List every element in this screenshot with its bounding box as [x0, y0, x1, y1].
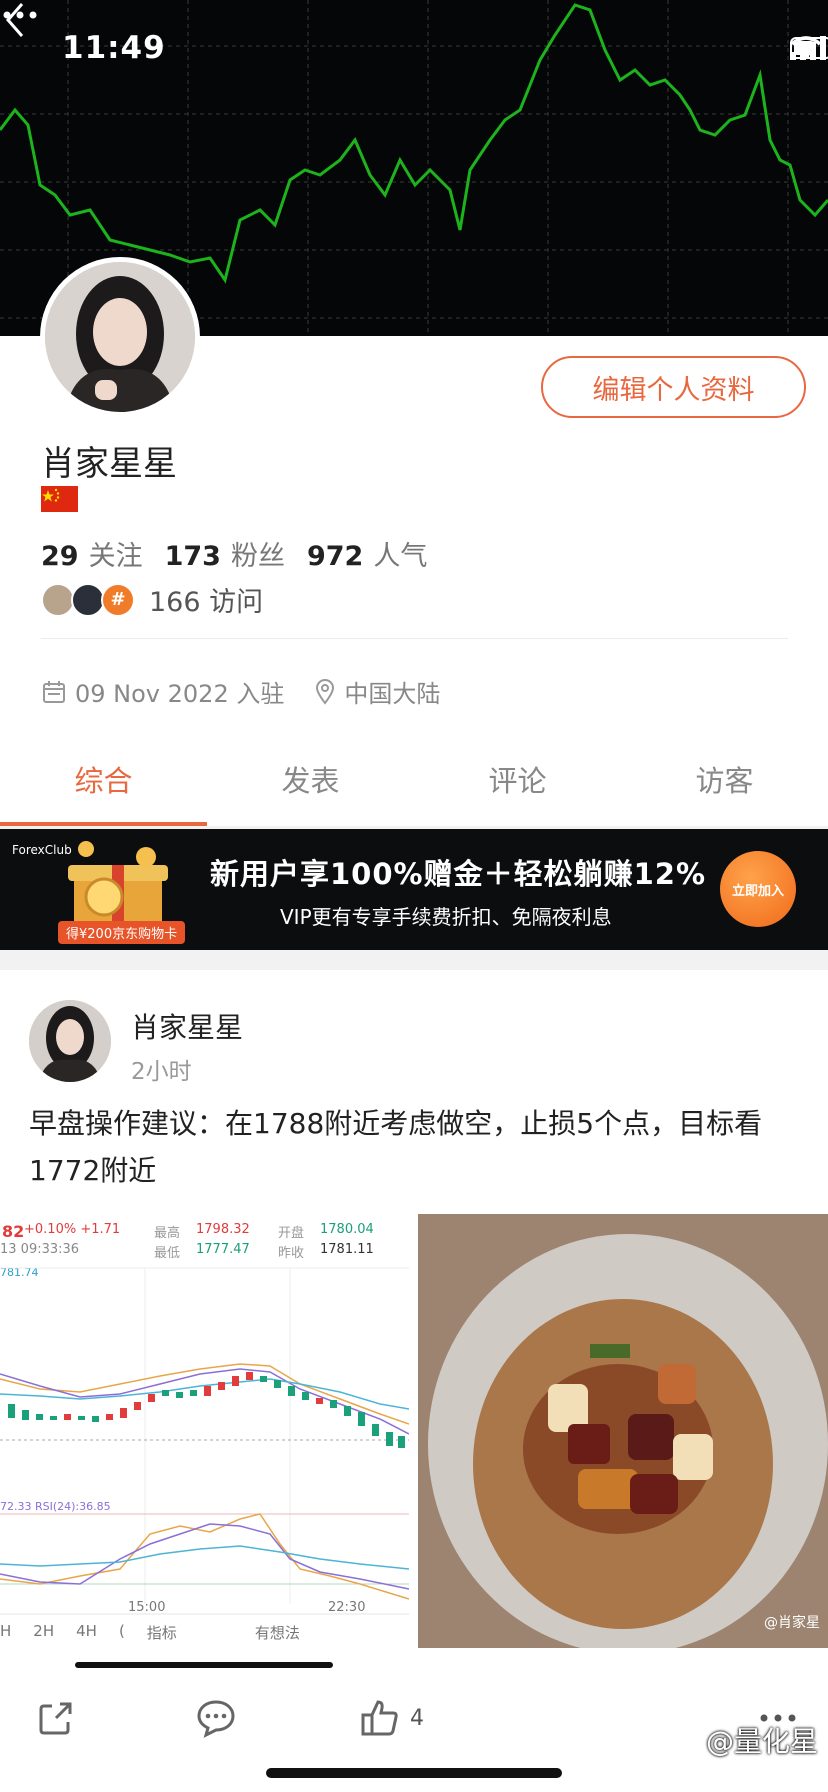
followers-label[interactable]: 粉丝 [231, 534, 285, 573]
chart-toolbar-item: ( [118, 1622, 125, 1640]
post-author-name[interactable]: 肖家星星 [131, 1006, 243, 1046]
chart-toolbar: H 2H 4H ( 指标 有想法 [0, 1622, 300, 1643]
like-count: 4 [410, 1705, 424, 1731]
rice-dumpling-photo-graphic [418, 1214, 828, 1648]
visitors-row[interactable]: # 166 访问 [41, 580, 263, 619]
profile-stats: 29 关注 173 粉丝 972 人气 [41, 534, 439, 573]
post-time: 2小时 [131, 1059, 192, 1085]
like-button[interactable]: 4 [360, 1698, 424, 1738]
edit-profile-button[interactable]: 编辑个人资料 [541, 356, 806, 418]
promo-title: 新用户享100%赠金＋轻松躺赚12% [210, 857, 707, 891]
visitor-avatar [41, 582, 75, 617]
popularity-count: 972 [306, 541, 364, 572]
scroll-indicator [75, 1662, 333, 1668]
following-count[interactable]: 29 [41, 541, 79, 572]
photo-watermark: @肖家星 [764, 1615, 820, 1631]
tab-posts[interactable]: 发表 [207, 748, 414, 826]
visit-count: 166 访问 [149, 587, 264, 618]
person-portrait-icon [45, 262, 195, 412]
profile-tabs: 综合 发表 评论 访客 [0, 748, 828, 826]
chart-toolbar-item: 4H [76, 1622, 97, 1640]
post-author-avatar[interactable] [29, 1000, 111, 1082]
profile-avatar[interactable] [40, 257, 200, 417]
china-flag-icon [41, 486, 78, 512]
chart-toolbar-item: 2H [33, 1622, 55, 1640]
profile-meta: 09 Nov 2022 入驻 中国大陆 [41, 674, 440, 709]
chart-toolbar-item: H [0, 1622, 12, 1640]
profile-name: 肖家星星 [41, 444, 177, 484]
divider [41, 638, 788, 639]
chart-time-tick: 15:00 [128, 1600, 166, 1615]
chart-time-tick: 22:30 [328, 1600, 366, 1615]
battery-icon [790, 37, 828, 59]
chart-rsi-label: 72.33 RSI(24):36.85 [0, 1500, 111, 1513]
tab-comments[interactable]: 评论 [414, 748, 621, 826]
thumbs-up-icon [361, 1700, 398, 1736]
home-indicator[interactable] [266, 1768, 562, 1778]
followers-count[interactable]: 173 [165, 541, 221, 572]
status-time: 11:49 [62, 30, 166, 66]
post-text: 早盘操作建议：在1788附近考虑做空，止损5个点，目标看1772附近 [29, 1107, 763, 1187]
chart-toolbar-item: 指标 [146, 1624, 177, 1642]
more-options-button[interactable] [0, 0, 40, 30]
share-icon [39, 1702, 72, 1735]
post-image-chart[interactable]: 82 +0.10% +1.71 13 09:33:36 最高 1798.32 最… [0, 1214, 409, 1648]
location-pin-icon [316, 678, 335, 705]
visitor-avatar: # [101, 582, 135, 617]
join-now-button[interactable]: 立即加入 [720, 851, 796, 927]
visitor-avatar [71, 582, 105, 617]
post-actions: 4 [0, 1688, 828, 1758]
share-button[interactable] [36, 1698, 76, 1738]
promo-subtitle: VIP更有专享手续费折扣、免隔夜利息 [280, 905, 612, 929]
candlestick-chart-graphic [0, 1267, 409, 1615]
calendar-icon [43, 680, 65, 703]
comment-button[interactable] [196, 1698, 236, 1738]
post-card: 肖家星星 2小时 早盘操作建议：在1788附近考虑做空，止损5个点，目标看177… [0, 970, 828, 1792]
avatar-photo [45, 262, 195, 412]
person-portrait-icon [29, 1000, 111, 1082]
tab-visitors[interactable]: 访客 [621, 748, 828, 826]
following-label[interactable]: 关注 [89, 534, 143, 573]
gift-caption: 得¥200京东购物卡 [58, 921, 186, 944]
popularity-label: 人气 [373, 541, 428, 572]
join-date: 09 Nov 2022 入驻 [75, 680, 285, 708]
post-image-photo[interactable]: @肖家星 [418, 1214, 828, 1648]
location: 中国大陆 [344, 680, 441, 708]
chart-toolbar-item: 有想法 [254, 1624, 300, 1642]
promo-banner[interactable]: ForexClub 得¥200京东购物卡 新用户享100%赠金＋轻松躺赚12% … [0, 829, 828, 950]
tab-overview[interactable]: 综合 [0, 748, 207, 826]
comment-icon [197, 1700, 235, 1738]
app-watermark: @量化星 [705, 1725, 818, 1758]
